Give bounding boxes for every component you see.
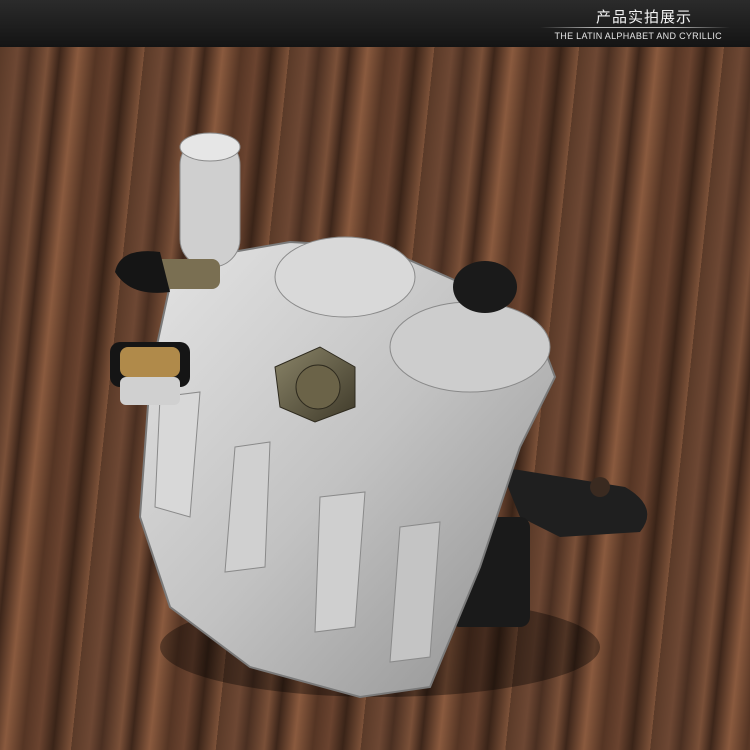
page-title-cn: 产品实拍展示 [595,8,692,26]
brake-caliper-icon [110,132,648,699]
header-bar: 产品实拍展示 THE LATIN ALPHABET AND CYRILLIC [0,0,750,48]
product-photo [0,47,750,750]
page-title-en: THE LATIN ALPHABET AND CYRILLIC [554,31,722,41]
title-divider [540,27,730,28]
